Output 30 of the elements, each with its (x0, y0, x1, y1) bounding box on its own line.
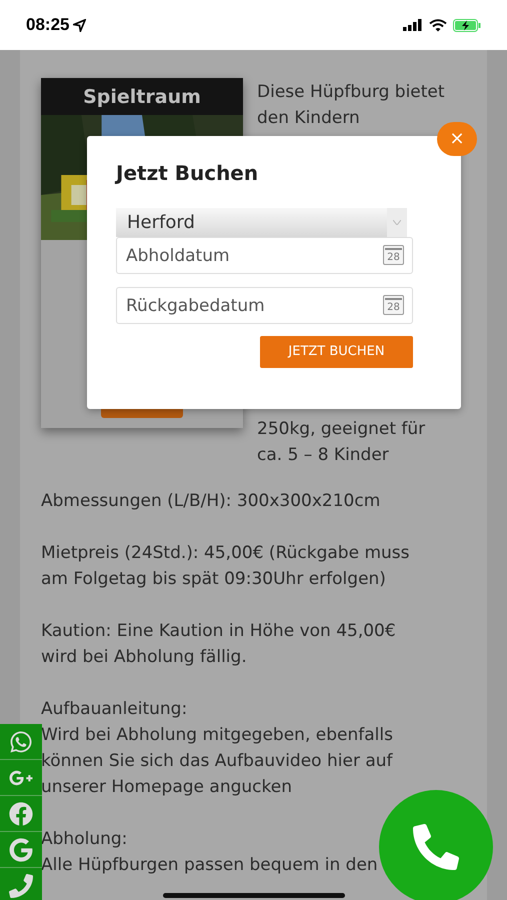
product-title: Spieltraum (83, 84, 201, 110)
social-button[interactable] (0, 724, 42, 760)
google-icon (9, 838, 33, 862)
social-button[interactable] (0, 796, 42, 832)
social-button[interactable] (0, 832, 42, 868)
clock-time: 08:25 (26, 14, 70, 36)
chevron-down-icon (393, 220, 401, 225)
paragraph: Abmessungen (L/B/H): 300x300x210cm (41, 490, 380, 513)
signal-icon (403, 19, 423, 31)
wifi-icon (429, 18, 447, 32)
paragraph: Kaution: Eine Kaution in Höhe von 45,00€ wird bei Abholung fällig. (41, 620, 397, 669)
product-description: 250kg, geeignet für ca. 5 – 8 Kinder (257, 418, 426, 467)
book-button[interactable]: JETZT BUCHEN (260, 336, 413, 368)
location-select[interactable]: Herford (116, 208, 407, 237)
calendar-icon: 28 (383, 295, 404, 315)
social-button[interactable] (0, 868, 42, 900)
section-heading: Abholung: (41, 828, 128, 851)
facebook-icon (9, 802, 33, 826)
paragraph: Mietpreis (24Std.): 45,00€ (Rückgabe muss am Folgetag bis spät 09:30Uhr erfolgen) (41, 542, 410, 591)
phone-icon (413, 824, 459, 870)
social-button[interactable] (0, 760, 42, 796)
phone-icon (9, 874, 33, 898)
section-heading: Aufbauanleitung: (41, 698, 188, 721)
location-arrow-icon (73, 18, 86, 32)
calendar-icon: 28 (383, 245, 404, 265)
dialog-title: Jetzt Buchen (116, 160, 260, 186)
battery-charging-icon (453, 18, 481, 32)
chat-bubble-icon (9, 730, 33, 754)
paragraph: Alle Hüpfburgen passen bequem in den (41, 854, 378, 877)
paragraph: Wird bei Abholung mitgegeben, ebenfalls können Sie sich das Aufbauvideo hier auf unserer Homepage angucken (41, 724, 394, 799)
